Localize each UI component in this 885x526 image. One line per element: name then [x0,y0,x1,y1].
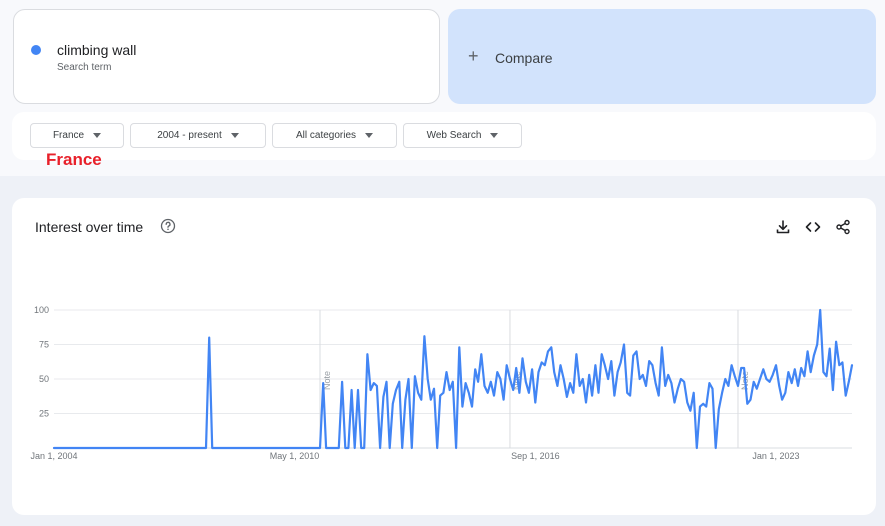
interest-line-chart: 255075100Note Note NoteJan 1, 2004 May 1, 2… [30,305,854,461]
term-color-dot [31,45,41,55]
x-tick-label: Sep 1, 2016 [511,451,560,461]
search-type-filter[interactable]: Web Search [403,123,522,148]
search-term-subtitle: Search term [57,62,112,73]
x-tick-label: Jan 1, 2023 [752,451,799,461]
interest-over-time-card: Interest over time 25 50 75 100 Note Note Note… [12,198,876,515]
chevron-down-icon [365,133,374,138]
overlay-annotation-label: France [46,150,102,169]
category-filter[interactable]: All categories [272,123,397,148]
compare-label: Compare [495,50,553,66]
time-range-filter[interactable]: 2004 - present [130,123,266,148]
y-tick-label: 50 [39,374,49,384]
y-tick-label: 100 [34,305,49,315]
y-tick-label: 75 [39,340,49,350]
category-filter-label: All categories [295,130,357,141]
chevron-down-icon [93,133,102,138]
x-tick-label: Jan 1, 2004 [30,451,77,461]
search-term-name[interactable]: climbing wall [57,42,136,58]
region-filter[interactable]: France [30,123,124,148]
region-filter-label: France [52,130,85,141]
chevron-down-icon [490,133,499,138]
search-type-filter-label: Web Search [426,130,482,141]
chevron-down-icon [230,133,239,138]
plus-icon: + [468,46,479,66]
y-tick-label: 25 [39,409,49,419]
x-tick-label: May 1, 2010 [270,451,320,461]
compare-button[interactable]: + Compare [448,9,876,104]
filter-bar: France 2004 - present All categories Web… [12,112,876,160]
search-term-card[interactable]: climbing wall Search term [13,9,440,104]
time-range-filter-label: 2004 - present [157,130,222,141]
